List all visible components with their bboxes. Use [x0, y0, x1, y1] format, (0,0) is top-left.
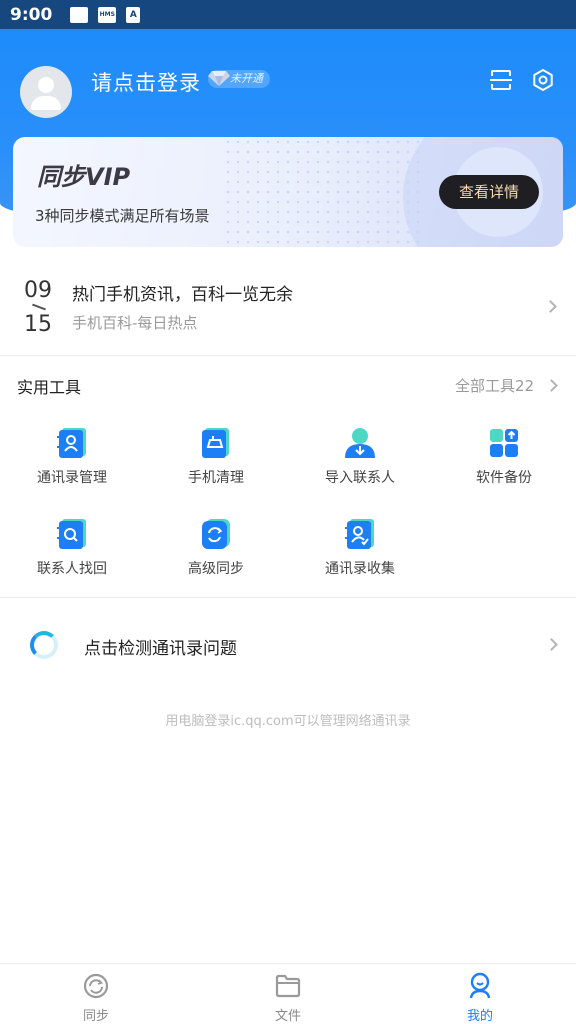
tool-app-backup[interactable]: 软件备份: [432, 427, 576, 507]
tools-section-title: 实用工具: [17, 378, 82, 397]
scan-icon[interactable]: [490, 69, 512, 91]
nav-label: 同步: [82, 1009, 109, 1024]
vip-card[interactable]: 同步VIP 3种同步模式满足所有场景 查看详情: [13, 137, 563, 247]
login-link[interactable]: 请点击登录: [91, 67, 201, 97]
divider: [0, 355, 576, 356]
nav-label: 我的: [466, 1009, 493, 1024]
diamond-icon: [208, 71, 230, 86]
font-icon: A: [126, 6, 141, 23]
tool-label: 联系人找回: [37, 561, 107, 577]
status-time: 9:00: [10, 4, 53, 25]
contact-collect-icon: [345, 519, 374, 549]
vip-details-button[interactable]: 查看详情: [439, 175, 539, 209]
settings-icon[interactable]: [532, 69, 554, 91]
chevron-right-icon: [545, 638, 558, 651]
chevron-right-icon: [544, 300, 557, 313]
status-bar: 9:00 HMS A: [0, 0, 576, 29]
notification-icon: [70, 6, 89, 23]
contacts-manage-icon: [57, 428, 86, 458]
phone-clean-icon: [202, 428, 229, 458]
daily-news-item[interactable]: 09 15 热门手机资讯，百科一览无余 手机百科-每日热点: [0, 262, 576, 354]
tool-label: 通讯录管理: [37, 470, 107, 486]
tool-label: 通讯录收集: [325, 561, 395, 577]
app-backup-icon: [490, 429, 518, 457]
news-date-month: 09: [24, 278, 52, 303]
bottom-nav: 同步 文件 我的: [0, 963, 576, 1024]
footnote: 用电脑登录ic.qq.com可以管理网络通讯录: [165, 714, 411, 729]
vip-title: 同步VIP: [37, 163, 131, 191]
chevron-right-icon: [545, 379, 558, 392]
tool-import-contact[interactable]: 导入联系人: [288, 427, 432, 507]
tool-label: 高级同步: [188, 561, 244, 577]
contact-recover-icon: [57, 519, 86, 549]
import-contact-icon: [345, 428, 375, 458]
tool-advanced-sync[interactable]: 高级同步: [144, 518, 288, 598]
detect-contacts-problem[interactable]: 点击检测通讯录问题: [84, 634, 237, 659]
tool-contacts-manage[interactable]: 通讯录管理: [0, 427, 144, 507]
news-subtitle: 手机百科-每日热点: [72, 314, 198, 332]
tool-contact-recover[interactable]: 联系人找回: [0, 518, 144, 598]
tool-label: 软件备份: [476, 470, 532, 486]
tool-label: 导入联系人: [325, 470, 395, 486]
sync-icon: [83, 973, 109, 999]
vip-card-pattern: [223, 137, 423, 247]
tool-contact-collect[interactable]: 通讯录收集: [288, 518, 432, 598]
date-separator: [32, 303, 46, 311]
tool-label: 手机清理: [188, 470, 244, 486]
folder-icon: [275, 974, 301, 998]
news-title: 热门手机资讯，百科一览无余: [72, 285, 293, 305]
loading-spinner-icon: [30, 631, 58, 659]
avatar-head-shape: [38, 77, 54, 93]
vip-subtitle: 3种同步模式满足所有场景: [35, 207, 210, 225]
avatar-body-shape: [31, 96, 61, 110]
nav-item-mine[interactable]: 我的: [420, 964, 540, 1024]
avatar[interactable]: [20, 66, 72, 118]
profile-icon: [469, 972, 491, 999]
tool-phone-clean[interactable]: 手机清理: [144, 427, 288, 507]
nav-label: 文件: [274, 1009, 301, 1024]
news-date-day: 15: [24, 312, 52, 337]
all-tools-link[interactable]: 全部工具22: [455, 375, 534, 396]
divider: [0, 597, 576, 598]
advanced-sync-icon: [202, 519, 230, 549]
hms-icon: HMS: [98, 6, 117, 23]
nav-item-files[interactable]: 文件: [228, 964, 348, 1024]
nav-item-sync[interactable]: 同步: [36, 964, 156, 1024]
